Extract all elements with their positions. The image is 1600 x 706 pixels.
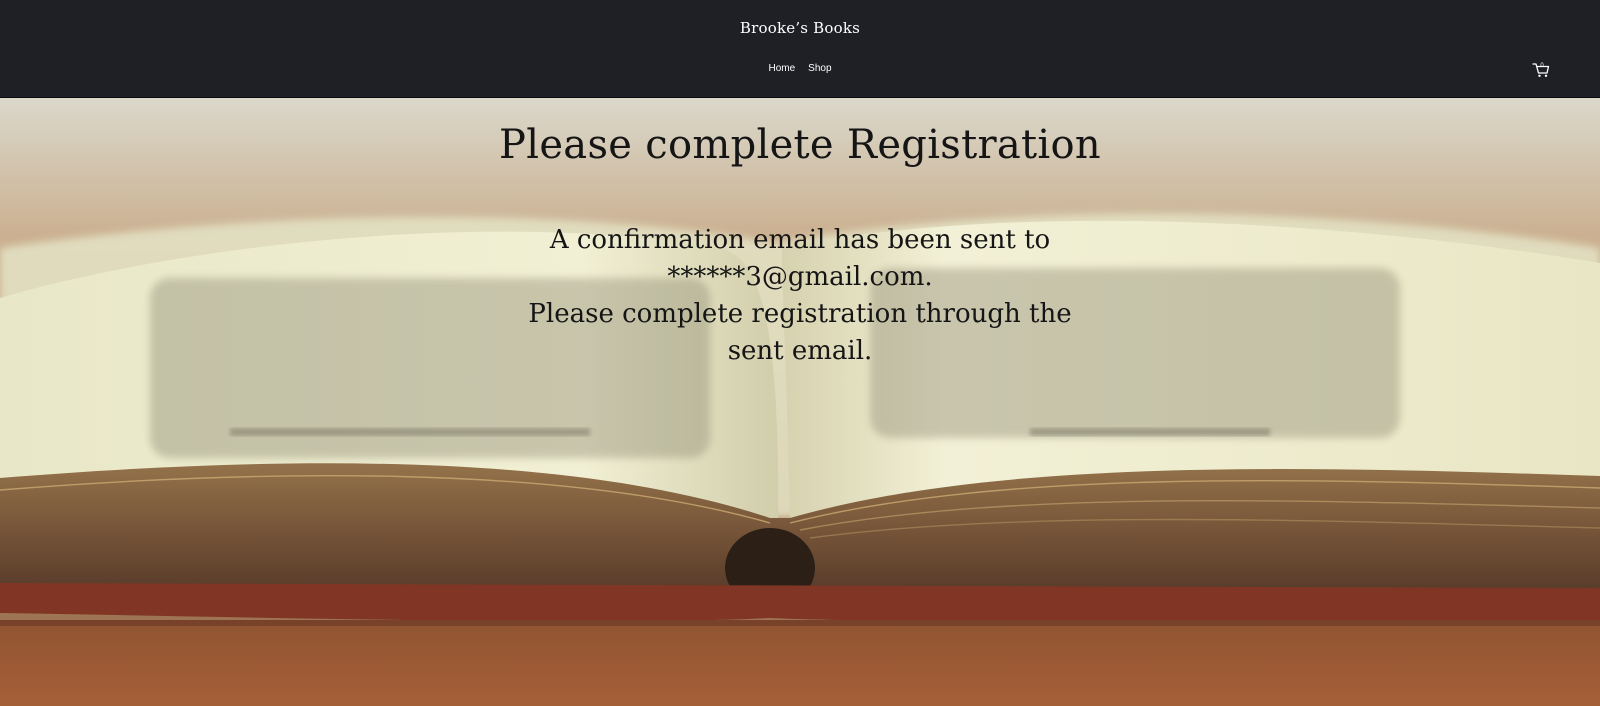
confirmation-message-line-2: Please complete registration through the…	[528, 299, 1072, 366]
nav-home-link[interactable]: Home	[768, 63, 795, 74]
main-nav: Home Shop	[0, 63, 1600, 74]
site-title[interactable]: Brooke’s Books	[0, 19, 1600, 37]
nav-shop-link[interactable]: Shop	[808, 63, 831, 74]
registration-page: Brooke’s Books Home Shop 0 Please comple…	[0, 0, 1600, 706]
confirmation-message-line-1: A confirmation email has been sent to **…	[549, 225, 1051, 292]
open-book-background-image	[0, 98, 1600, 706]
confirmation-message: A confirmation email has been sent to **…	[520, 222, 1080, 370]
hero-section: Please complete Registration A confirmat…	[0, 98, 1600, 706]
cart-button[interactable]: 0	[1532, 62, 1550, 78]
cart-count-badge: 0	[1540, 63, 1544, 69]
site-header: Brooke’s Books Home Shop 0	[0, 0, 1600, 98]
page-title: Please complete Registration	[499, 122, 1101, 168]
